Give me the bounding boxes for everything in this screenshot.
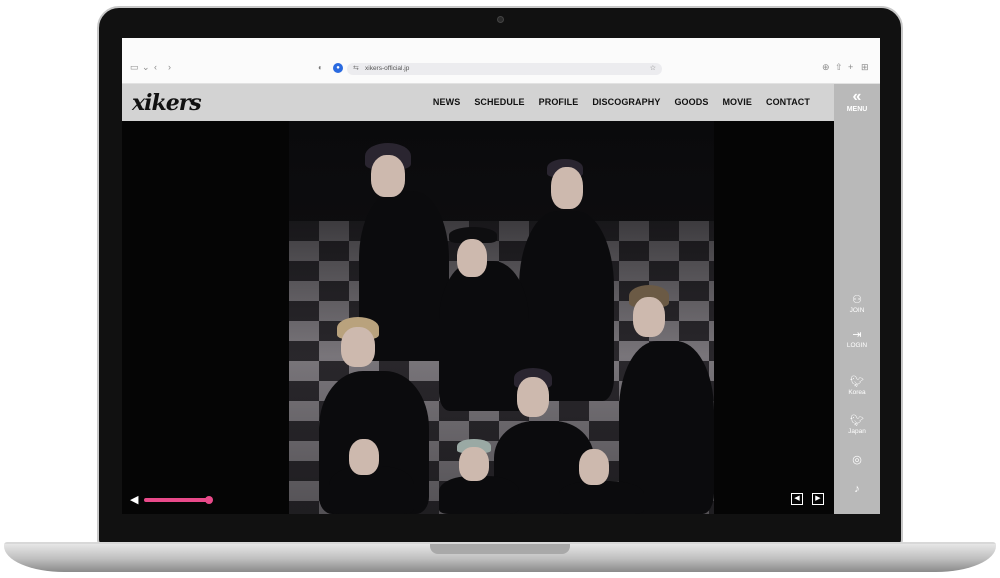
- twitter-korea-label: Korea: [848, 389, 866, 396]
- tiktok-link[interactable]: ♪: [834, 483, 880, 495]
- nav-profile[interactable]: PROFILE: [539, 97, 579, 107]
- member-figure: [439, 476, 519, 514]
- menu-button[interactable]: « MENU: [834, 84, 880, 121]
- share-icon[interactable]: ⇧: [835, 62, 843, 72]
- login-icon: ⇥: [852, 329, 862, 341]
- nav-goods[interactable]: GOODS: [674, 97, 708, 107]
- forward-icon[interactable]: ›: [168, 62, 171, 72]
- download-icon[interactable]: ⊕: [822, 62, 830, 72]
- bookmark-star-icon[interactable]: ☆: [650, 64, 656, 72]
- volume-slider[interactable]: [144, 495, 214, 504]
- hero-video[interactable]: ◀ ◀ ▶: [122, 121, 834, 514]
- login-button[interactable]: ⇥ LOGIN: [834, 329, 880, 349]
- laptop-screen: ▭ ⌄ ‹ › ◐ ● ⇆ xikers-official.jp ☆ ⊕ ⇧ +…: [122, 38, 880, 514]
- menu-label: MENU: [846, 106, 868, 113]
- instagram-icon: ◎: [852, 454, 862, 466]
- browser-toolbar: ▭ ⌄ ‹ › ◐ ● ⇆ xikers-official.jp ☆ ⊕ ⇧ +…: [122, 38, 880, 84]
- twitter-icon: 🐦︎: [850, 376, 864, 388]
- chevron-left-icon: ◀: [794, 495, 800, 502]
- nav-news[interactable]: NEWS: [433, 97, 460, 107]
- main-nav: NEWS SCHEDULE PROFILE DISCOGRAPHY GOODS …: [433, 97, 810, 107]
- chevron-down-icon[interactable]: ⌄: [142, 62, 150, 72]
- double-chevron-left-icon: «: [852, 88, 862, 105]
- nav-contact[interactable]: CONTACT: [766, 97, 810, 107]
- right-rail: « MENU ⚇ JOIN ⇥ LOGIN 🐦︎ Korea 🐦︎ Japan …: [834, 84, 880, 514]
- prev-slide-button[interactable]: ◀: [791, 493, 803, 505]
- sidebar-toggle-icon[interactable]: ▭: [130, 62, 139, 72]
- volume-control[interactable]: ◀: [130, 493, 214, 506]
- group-photo: [289, 121, 714, 514]
- new-tab-icon[interactable]: +: [848, 62, 853, 72]
- join-label: JOIN: [849, 307, 865, 314]
- webcam: [497, 16, 504, 23]
- add-user-icon: ⚇: [852, 294, 862, 306]
- volume-slider-handle[interactable]: [205, 495, 214, 504]
- chevron-right-icon: ▶: [815, 495, 821, 502]
- nav-discography[interactable]: DISCOGRAPHY: [592, 97, 660, 107]
- member-figure: [439, 261, 529, 411]
- address-bar[interactable]: ⇆ xikers-official.jp ☆: [347, 63, 662, 75]
- back-icon[interactable]: ‹: [154, 62, 157, 72]
- twitter-japan-link[interactable]: 🐦︎ Japan: [834, 415, 880, 435]
- tab-overview-icon[interactable]: ⊞: [861, 62, 869, 72]
- join-button[interactable]: ⚇ JOIN: [834, 294, 880, 314]
- shield-icon[interactable]: ◐: [318, 63, 323, 72]
- next-slide-button[interactable]: ▶: [812, 493, 824, 505]
- twitter-icon: 🐦︎: [850, 415, 864, 427]
- member-figure: [559, 481, 644, 514]
- laptop-frame: ▭ ⌄ ‹ › ◐ ● ⇆ xikers-official.jp ☆ ⊕ ⇧ +…: [0, 0, 1000, 578]
- instagram-link[interactable]: ◎: [834, 454, 880, 466]
- twitter-japan-label: Japan: [848, 428, 866, 435]
- site-settings-icon[interactable]: ⇆: [353, 64, 359, 72]
- laptop-notch: [430, 544, 570, 554]
- nav-schedule[interactable]: SCHEDULE: [474, 97, 524, 107]
- speaker-icon[interactable]: ◀: [130, 493, 138, 506]
- site-logo[interactable]: xikers: [132, 90, 202, 116]
- nav-movie[interactable]: MOVIE: [722, 97, 752, 107]
- globe-icon[interactable]: ●: [333, 63, 343, 73]
- url-text[interactable]: xikers-official.jp: [365, 65, 409, 72]
- tiktok-icon: ♪: [854, 483, 860, 495]
- site-header: xikers NEWS SCHEDULE PROFILE DISCOGRAPHY…: [122, 84, 834, 121]
- login-label: LOGIN: [846, 342, 868, 349]
- twitter-korea-link[interactable]: 🐦︎ Korea: [834, 376, 880, 396]
